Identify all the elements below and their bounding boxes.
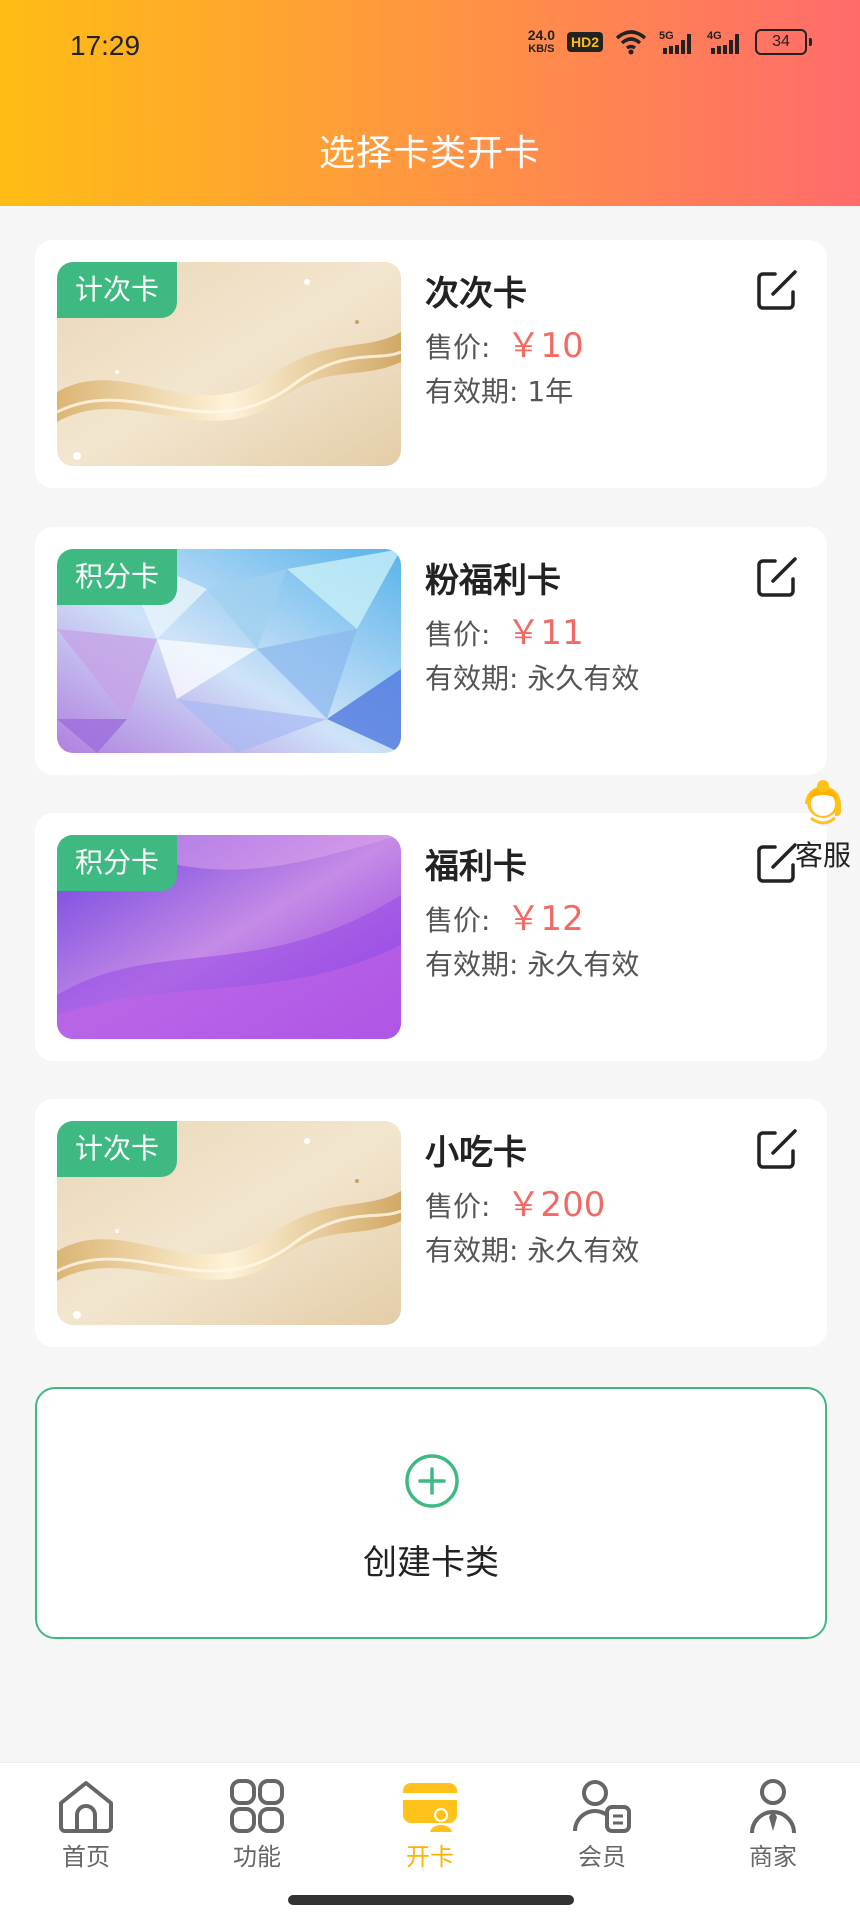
validity-value: 永久有效 [527, 1234, 640, 1267]
validity-row: 有效期: 永久有效 [425, 657, 639, 697]
validity-label: 有效期: [425, 1234, 519, 1267]
validity-value: 1年 [527, 375, 574, 408]
home-indicator[interactable] [288, 1895, 574, 1905]
validity-row: 有效期: 永久有效 [425, 943, 639, 983]
home-icon [59, 1781, 113, 1833]
svg-text:4G: 4G [707, 30, 722, 42]
signal-5g-icon: 5G [659, 30, 691, 54]
price-value: ￥12 [506, 899, 584, 939]
merchant-icon [750, 1779, 796, 1834]
card-item-2[interactable]: 积分卡 粉福利卡 售价: ￥11 有效期: 永久有效 [35, 527, 827, 775]
network-speed-value: 24.0 [527, 27, 555, 43]
headset-avatar-icon [805, 780, 841, 825]
network-speed: 24.0 KB/S [528, 28, 555, 56]
price-row: 售价: ￥200 [425, 1177, 605, 1226]
card-type-badge: 计次卡 [57, 1121, 178, 1177]
tab-label: 开卡 [406, 1843, 454, 1871]
card-type-badge: 积分卡 [57, 835, 178, 891]
header: 17:29 24.0 KB/S HD2 5G 4G 34 选择卡类开卡 [0, 0, 860, 206]
network-speed-unit: KB/S [528, 43, 555, 55]
price-row: 售价: ￥11 [425, 605, 584, 654]
card-image-crystal: 积分卡 [57, 549, 401, 753]
edit-icon[interactable] [753, 553, 801, 601]
card-image-purple: 积分卡 [57, 835, 401, 1039]
tab-label: 商家 [749, 1843, 797, 1871]
card-name: 小吃卡 [425, 1133, 527, 1173]
member-icon [573, 1780, 631, 1833]
validity-label: 有效期: [425, 662, 519, 695]
card-icon [403, 1783, 457, 1834]
validity-label: 有效期: [425, 948, 519, 981]
signal-4g-icon: 4G [707, 30, 739, 54]
card-image-gold: 计次卡 [57, 1121, 401, 1325]
tab-home[interactable]: 首页 [26, 1777, 146, 1872]
tab-open-card[interactable]: 开卡 [370, 1777, 490, 1872]
card-name: 次次卡 [425, 274, 527, 314]
card-name: 粉福利卡 [425, 561, 561, 601]
wifi-icon [615, 30, 647, 55]
card-name: 福利卡 [425, 847, 527, 887]
tab-label: 会员 [578, 1843, 626, 1871]
create-card-type-button[interactable]: 创建卡类 [35, 1387, 827, 1639]
card-item-1[interactable]: 计次卡 次次卡 售价: ￥10 有效期: 1年 [35, 240, 827, 488]
edit-icon[interactable] [753, 266, 801, 314]
card-item-3[interactable]: 积分卡 福利卡 售价: ￥12 有效期: 永久有效 [35, 813, 827, 1061]
plus-circle-icon [405, 1454, 459, 1508]
svg-text:5G: 5G [659, 30, 674, 42]
customer-service-label: 客服 [794, 839, 851, 872]
tab-members[interactable]: 会员 [542, 1777, 662, 1872]
price-label: 售价: [425, 331, 491, 364]
price-label: 售价: [425, 1190, 491, 1223]
price-value: ￥10 [506, 326, 584, 366]
tab-label: 首页 [62, 1843, 110, 1871]
card-image-gold: 计次卡 [57, 262, 401, 466]
card-type-badge: 计次卡 [57, 262, 178, 318]
validity-row: 有效期: 1年 [425, 370, 573, 410]
price-row: 售价: ￥10 [425, 318, 584, 367]
battery-level: 34 [755, 29, 807, 55]
tab-label: 功能 [233, 1843, 281, 1871]
customer-service-button[interactable]: 客服 [786, 774, 860, 874]
price-value: ￥200 [506, 1185, 606, 1225]
tab-functions[interactable]: 功能 [197, 1777, 317, 1872]
status-time: 17:29 [70, 30, 141, 61]
edit-icon[interactable] [753, 1125, 801, 1173]
battery-icon: 34 [755, 29, 812, 55]
status-icons: 24.0 KB/S HD2 5G 4G 34 [528, 28, 812, 56]
hd-icon: HD2 [566, 32, 603, 52]
validity-value: 永久有效 [527, 662, 640, 695]
price-label: 售价: [425, 904, 491, 937]
card-type-badge: 积分卡 [57, 549, 178, 605]
price-value: ￥11 [506, 613, 584, 653]
page-title: 选择卡类开卡 [318, 133, 541, 174]
validity-label: 有效期: [425, 375, 519, 408]
card-item-4[interactable]: 计次卡 小吃卡 售价: ￥200 有效期: 永久有效 [35, 1099, 827, 1347]
validity-row: 有效期: 永久有效 [425, 1229, 639, 1269]
validity-value: 永久有效 [527, 948, 640, 981]
price-row: 售价: ￥12 [425, 891, 584, 940]
price-label: 售价: [425, 618, 491, 651]
grid-icon [230, 1779, 284, 1833]
create-card-type-label: 创建卡类 [363, 1543, 499, 1583]
tab-merchant[interactable]: 商家 [713, 1777, 833, 1872]
